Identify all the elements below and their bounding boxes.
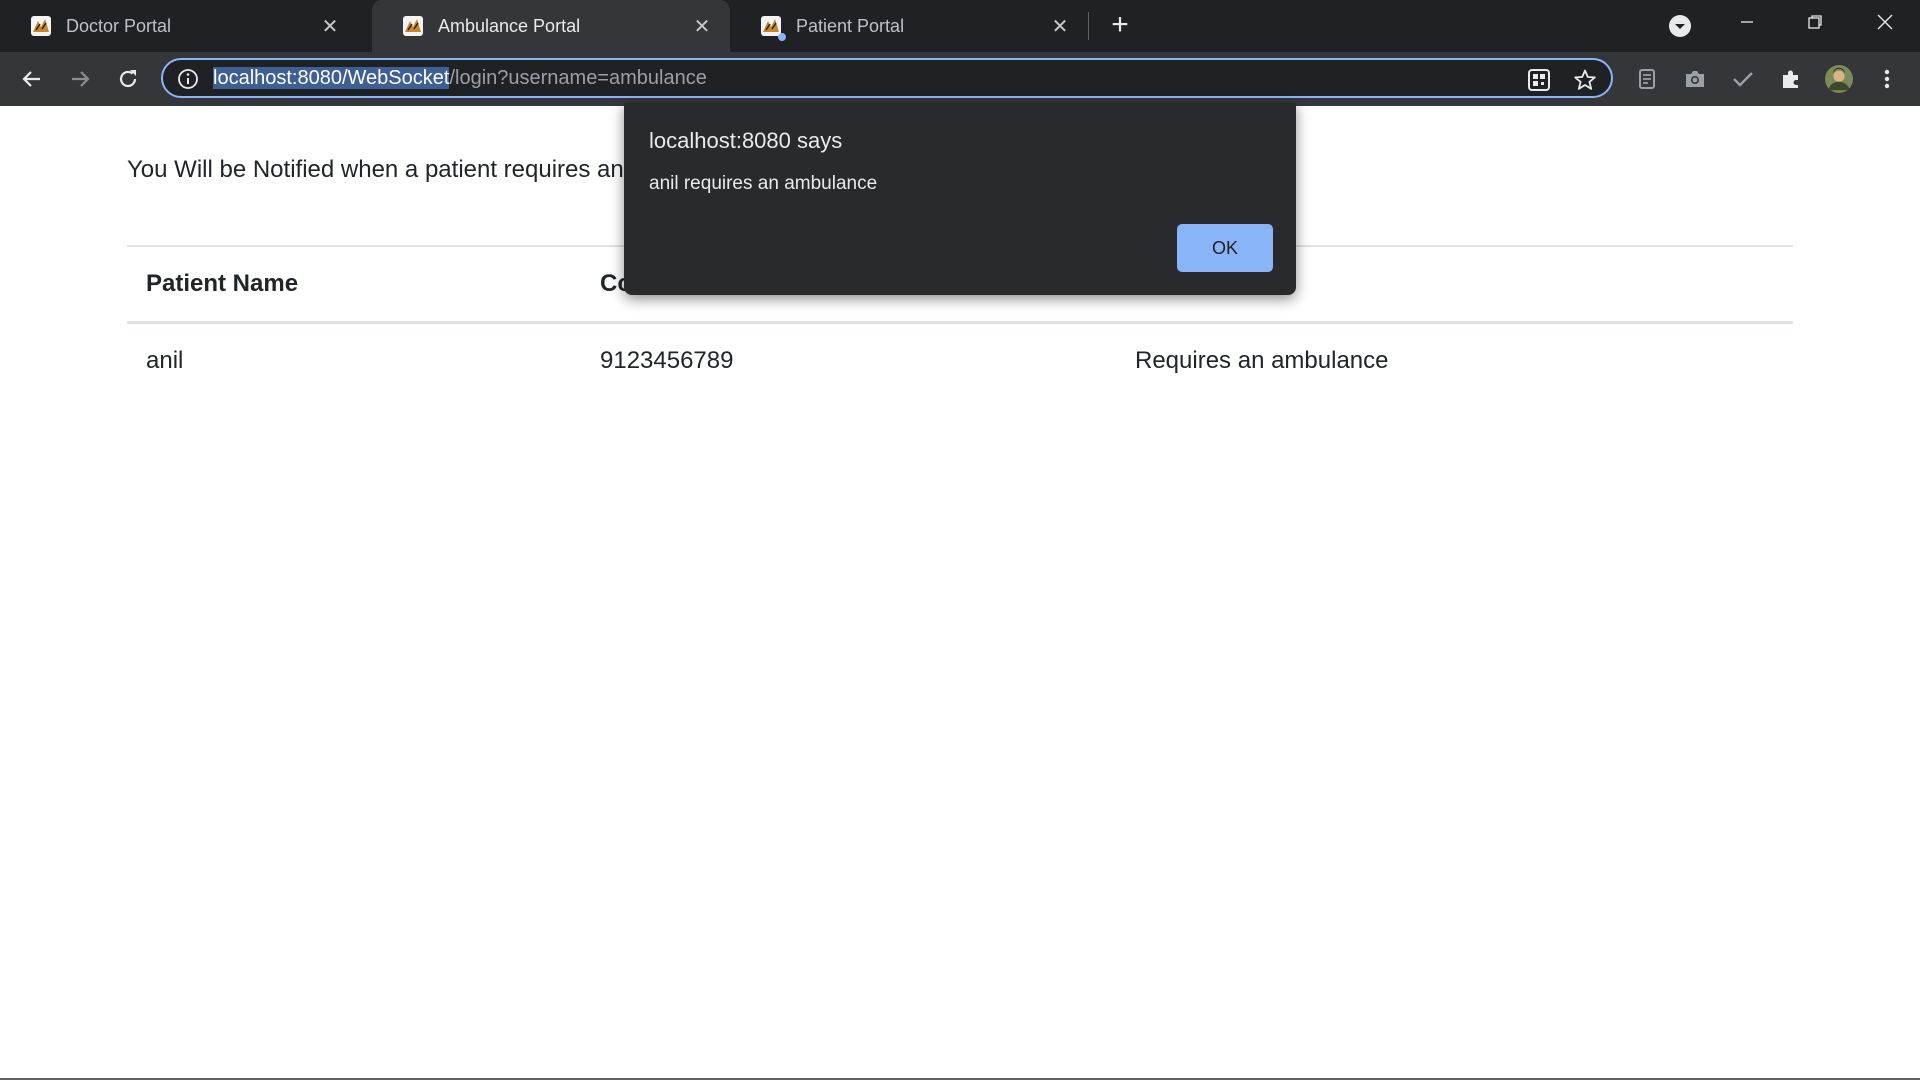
- qr-code-icon[interactable]: [1527, 68, 1551, 92]
- restore-window-icon[interactable]: [1782, 0, 1848, 44]
- tab-title: Ambulance Portal: [438, 15, 581, 36]
- profile-avatar[interactable]: [1825, 65, 1853, 93]
- bookmark-star-icon[interactable]: [1573, 68, 1597, 92]
- address-bar[interactable]: localhost:8080/WebSocket/login?username=…: [161, 58, 1613, 98]
- checkmark-icon[interactable]: [1729, 65, 1757, 93]
- tab-title: Patient Portal: [796, 15, 905, 36]
- cell-requirement: Requires an ambulance: [1135, 347, 1389, 374]
- tab-separator: [1088, 12, 1089, 40]
- browser-toolbar: localhost:8080/WebSocket/login?username=…: [0, 52, 1920, 106]
- cell-patient-name: anil: [146, 347, 184, 374]
- tab-title: Doctor Portal: [66, 15, 172, 36]
- cell-contact-number: 9123456789: [600, 347, 734, 374]
- close-tab-icon[interactable]: ✕: [318, 14, 342, 38]
- tab-patient-portal[interactable]: Patient Portal ✕: [730, 0, 1088, 52]
- tab-search-icon[interactable]: [1668, 14, 1692, 38]
- site-info-icon[interactable]: [177, 68, 199, 90]
- tiger-favicon-icon: [402, 15, 424, 37]
- url-host-selected: localhost:8080/WebSocket: [213, 67, 450, 89]
- close-tab-icon[interactable]: ✕: [690, 14, 714, 38]
- extensions-puzzle-icon[interactable]: [1777, 65, 1805, 93]
- chrome-menu-icon[interactable]: [1873, 65, 1901, 93]
- minimize-window-icon[interactable]: [1714, 0, 1780, 44]
- dialog-message: anil requires an ambulance: [649, 173, 878, 194]
- reload-icon[interactable]: [114, 65, 142, 93]
- back-arrow-icon[interactable]: [18, 65, 46, 93]
- dialog-title: localhost:8080 says: [649, 128, 843, 153]
- close-window-icon[interactable]: [1852, 0, 1918, 44]
- new-tab-button[interactable]: +: [1104, 10, 1136, 42]
- tab-strip: Doctor Portal ✕ Ambulance Portal ✕ Patie…: [0, 0, 1920, 52]
- camera-icon[interactable]: [1681, 65, 1709, 93]
- tab-ambulance-portal[interactable]: Ambulance Portal ✕: [372, 0, 730, 52]
- close-tab-icon[interactable]: ✕: [1048, 14, 1072, 38]
- forward-arrow-icon[interactable]: [66, 65, 94, 93]
- tiger-favicon-icon: [30, 15, 52, 37]
- tiger-favicon-icon: [760, 15, 786, 41]
- reading-list-icon[interactable]: [1633, 65, 1661, 93]
- url-path: /login?username=ambulance: [449, 67, 707, 89]
- notification-notice: You Will be Notified when a patient requ…: [127, 156, 624, 183]
- table-row: anil 9123456789 Requires an ambulance: [127, 323, 1793, 399]
- tab-doctor-portal[interactable]: Doctor Portal ✕: [0, 0, 358, 52]
- ok-button[interactable]: OK: [1177, 224, 1273, 272]
- alert-dialog: localhost:8080 says anil requires an amb…: [624, 103, 1296, 295]
- url-text[interactable]: localhost:8080/WebSocket/login?username=…: [213, 66, 707, 90]
- header-patient-name: Patient Name: [146, 270, 299, 297]
- tab-activity-dot: [778, 33, 786, 41]
